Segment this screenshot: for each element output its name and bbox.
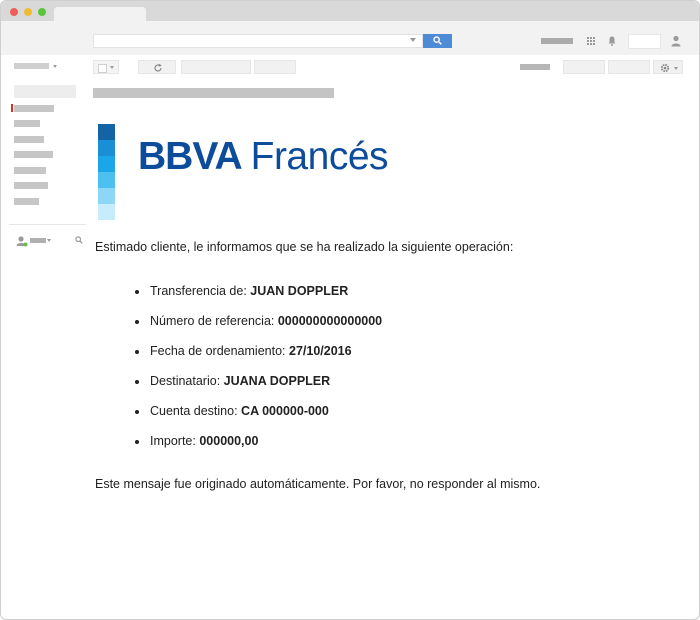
item-value: CA 000000-000: [241, 404, 329, 418]
refresh-button[interactable]: [138, 60, 176, 74]
contacts-person-icon[interactable]: [16, 235, 28, 247]
email-subject-placeholder: [93, 88, 334, 98]
sidebar-item-sent[interactable]: [14, 151, 53, 158]
search-input[interactable]: [93, 34, 423, 48]
list-item: Importe: 000000,00: [135, 431, 382, 461]
account-name-placeholder[interactable]: [541, 38, 573, 44]
item-label: Fecha de ordenamiento:: [150, 344, 286, 358]
brand-wordmark-light: Francés: [250, 135, 389, 178]
item-label: Destinatario:: [150, 374, 221, 388]
logo-stripe-5: [98, 188, 115, 204]
newer-button[interactable]: [608, 60, 650, 74]
gear-icon: [660, 63, 670, 73]
item-label: Transferencia de:: [150, 284, 247, 298]
older-button[interactable]: [563, 60, 605, 74]
email-intro-text: Estimado cliente, le informamos que se h…: [95, 240, 514, 254]
title-bar: [1, 1, 699, 21]
logo-stripe-3: [98, 156, 115, 172]
item-value: JUANA DOPPLER: [223, 374, 331, 388]
logo-stripe-1: [98, 124, 115, 140]
item-label: Importe:: [150, 434, 196, 448]
close-window-button[interactable]: [10, 8, 18, 16]
sidebar-item-important[interactable]: [14, 136, 44, 143]
search-options-dropdown-icon[interactable]: [410, 38, 416, 42]
sidebar-item-starred[interactable]: [14, 120, 40, 127]
search-button[interactable]: [423, 34, 452, 48]
mail-label-button[interactable]: [14, 63, 49, 69]
brand-wordmark: BBVA Francés: [138, 135, 389, 178]
list-item: Número de referencia: 000000000000000: [135, 311, 382, 341]
mail-label-caret-icon[interactable]: [53, 65, 57, 68]
logo-stripe-4: [98, 172, 115, 188]
refresh-icon: [154, 63, 162, 72]
logo-stripe-2: [98, 140, 115, 156]
selected-folder-marker: [11, 104, 13, 112]
item-label: Cuenta destino:: [150, 404, 238, 418]
share-box[interactable]: [628, 34, 661, 49]
email-footer-text: Este mensaje fue originado automáticamen…: [95, 477, 541, 491]
list-item: Fecha de ordenamiento: 27/10/2016: [135, 341, 382, 371]
mail-header-bar: [1, 21, 699, 55]
sidebar-item-drafts[interactable]: [14, 167, 46, 174]
brand-wordmark-bold: BBVA: [138, 135, 243, 178]
list-item: Cuenta destino: CA 000000-000: [135, 401, 382, 431]
sidebar-item-inbox[interactable]: [14, 105, 54, 112]
sidebar-item-categories[interactable]: [14, 182, 48, 189]
bell-icon[interactable]: [608, 36, 616, 46]
sidebar-divider: [9, 224, 86, 225]
item-value: JUAN DOPPLER: [250, 284, 349, 298]
operation-details-list: Transferencia de: JUAN DOPPLER Número de…: [135, 281, 382, 461]
list-item: Transferencia de: JUAN DOPPLER: [135, 281, 382, 311]
list-item: Destinatario: JUANA DOPPLER: [135, 371, 382, 401]
search-icon: [433, 36, 442, 45]
select-checkbox-dropdown[interactable]: [93, 60, 119, 74]
account-icon[interactable]: [671, 35, 681, 47]
search-people-icon[interactable]: [75, 236, 83, 244]
settings-button[interactable]: [653, 60, 683, 74]
pagination-text: [520, 64, 550, 70]
compose-button[interactable]: [14, 85, 76, 98]
minimize-window-button[interactable]: [24, 8, 32, 16]
item-value: 000000,00: [199, 434, 259, 448]
browser-tab[interactable]: [54, 7, 146, 21]
browser-window: BBVA Francés Estimado cliente, le informa…: [0, 0, 700, 620]
logo-stripe-6: [98, 204, 115, 220]
move-to-button[interactable]: [254, 60, 296, 74]
item-value: 27/10/2016: [289, 344, 352, 358]
hangouts-caret-icon[interactable]: [47, 239, 51, 242]
hangouts-user-name[interactable]: [30, 238, 46, 243]
item-label: Número de referencia:: [150, 314, 275, 328]
maximize-window-button[interactable]: [38, 8, 46, 16]
more-actions-button[interactable]: [181, 60, 251, 74]
apps-grid-icon[interactable]: [587, 37, 595, 45]
item-value: 000000000000000: [277, 314, 383, 328]
sidebar-item-more[interactable]: [14, 198, 39, 205]
